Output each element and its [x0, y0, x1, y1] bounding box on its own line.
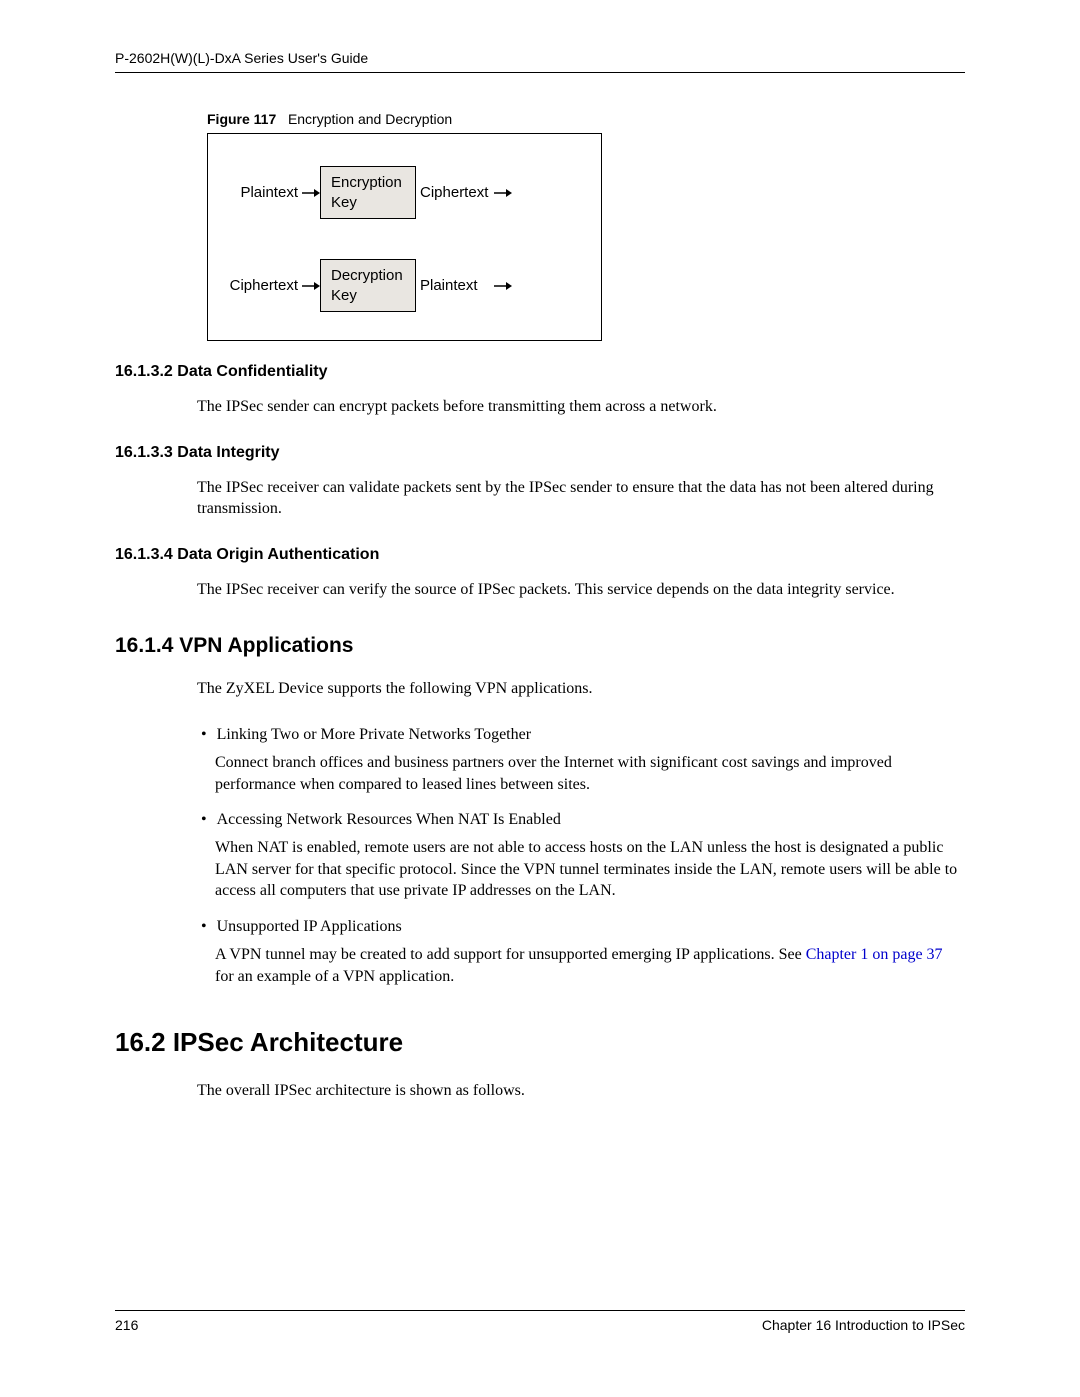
- text-fragment: for an example of a VPN application.: [215, 968, 454, 985]
- body-text: The IPSec receiver can verify the source…: [197, 579, 965, 601]
- bullet-title: Linking Two or More Private Networks Tog…: [215, 726, 531, 743]
- list-item: Accessing Network Resources When NAT Is …: [215, 811, 965, 902]
- arrow-right-icon: [494, 280, 512, 292]
- chapter-title: Chapter 16 Introduction to IPSec: [762, 1317, 965, 1333]
- bullet-title: Unsupported IP Applications: [215, 918, 402, 935]
- section-heading-16-1-3-3: 16.1.3.3 Data Integrity: [115, 444, 965, 462]
- bullet-title: Accessing Network Resources When NAT Is …: [215, 811, 561, 828]
- list-item: Linking Two or More Private Networks Tog…: [215, 726, 965, 795]
- decryption-key-box: Decryption Key: [320, 259, 416, 312]
- chapter-link[interactable]: Chapter 1 on page 37: [806, 946, 943, 963]
- figure-number: Figure 117: [207, 111, 276, 127]
- ciphertext-label: Ciphertext: [222, 277, 302, 294]
- ciphertext-label: Ciphertext: [416, 184, 494, 201]
- body-text: The overall IPSec architecture is shown …: [197, 1080, 965, 1102]
- plaintext-label: Plaintext: [416, 277, 494, 294]
- body-text: The ZyXEL Device supports the following …: [197, 678, 965, 700]
- body-text: The IPSec receiver can validate packets …: [197, 477, 965, 520]
- bullet-description: Connect branch offices and business part…: [215, 752, 965, 795]
- vpn-applications-list: Linking Two or More Private Networks Tog…: [215, 726, 965, 987]
- body-text: The IPSec sender can encrypt packets bef…: [197, 396, 965, 418]
- page-header: P-2602H(W)(L)-DxA Series User's Guide: [115, 50, 965, 73]
- text-fragment: A VPN tunnel may be created to add suppo…: [215, 946, 806, 963]
- page-number: 216: [115, 1317, 138, 1333]
- encryption-key-box: Encryption Key: [320, 166, 416, 219]
- arrow-right-icon: [494, 187, 512, 199]
- bullet-description: When NAT is enabled, remote users are no…: [215, 837, 965, 902]
- arrow-right-icon: [302, 187, 320, 199]
- encryption-diagram: Plaintext Encryption Key Ciphertext Ciph…: [207, 133, 602, 341]
- bullet-description: A VPN tunnel may be created to add suppo…: [215, 944, 965, 987]
- figure-title: Encryption and Decryption: [288, 111, 452, 127]
- section-heading-16-1-3-4: 16.1.3.4 Data Origin Authentication: [115, 546, 965, 564]
- plaintext-label: Plaintext: [222, 184, 302, 201]
- section-heading-16-2: 16.2 IPSec Architecture: [115, 1027, 965, 1058]
- arrow-right-icon: [302, 280, 320, 292]
- figure-caption: Figure 117 Encryption and Decryption: [207, 111, 965, 127]
- section-heading-16-1-3-2: 16.1.3.2 Data Confidentiality: [115, 363, 965, 381]
- encryption-row: Plaintext Encryption Key Ciphertext: [222, 166, 587, 219]
- page-footer: 216 Chapter 16 Introduction to IPSec: [115, 1310, 965, 1333]
- section-heading-16-1-4: 16.1.4 VPN Applications: [115, 634, 965, 658]
- decryption-row: Ciphertext Decryption Key Plaintext: [222, 259, 587, 312]
- list-item: Unsupported IP Applications A VPN tunnel…: [215, 918, 965, 987]
